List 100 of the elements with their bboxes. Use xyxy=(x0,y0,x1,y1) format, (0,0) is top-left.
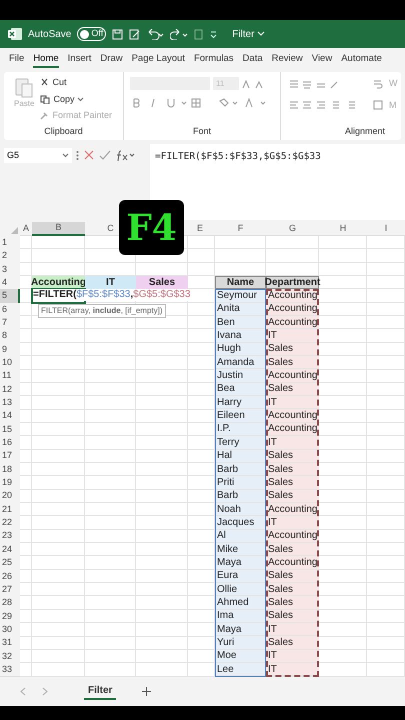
row-header[interactable]: 28 xyxy=(0,596,20,610)
row-header[interactable]: 19 xyxy=(0,476,20,490)
table-cell: Sales xyxy=(266,476,319,490)
row-header[interactable]: 7 xyxy=(0,316,20,330)
row-header[interactable]: 33 xyxy=(0,663,20,676)
menu-tab[interactable]: Draw xyxy=(100,52,123,68)
row-header[interactable]: 26 xyxy=(0,570,20,583)
row-header[interactable]: 32 xyxy=(0,650,20,663)
customize-caret-icon[interactable] xyxy=(209,30,218,38)
table-cell: IT xyxy=(266,436,319,450)
row-header[interactable]: 13 xyxy=(0,396,20,410)
insert-function-icon[interactable] xyxy=(115,148,135,163)
row-header[interactable]: 23 xyxy=(0,530,20,543)
table-cell: Sales xyxy=(266,596,319,610)
row-header[interactable]: 4 xyxy=(0,276,20,290)
merge-icon[interactable] xyxy=(373,100,383,110)
wrap-text-icon[interactable] xyxy=(373,78,383,89)
table-cell: Jacques xyxy=(215,516,266,530)
menu-tab[interactable]: File xyxy=(9,52,24,68)
save-icon[interactable] xyxy=(112,28,124,40)
table-cell: IT xyxy=(266,396,319,410)
next-sheet-icon[interactable] xyxy=(42,687,48,696)
add-sheet-icon[interactable] xyxy=(142,687,152,696)
row-header[interactable]: 30 xyxy=(0,622,20,636)
menu-tab[interactable]: Insert xyxy=(68,52,92,68)
menu-tab[interactable]: Automate xyxy=(341,52,382,68)
row-header[interactable]: 14 xyxy=(0,409,20,423)
file-name-button[interactable]: Filter xyxy=(232,26,266,42)
group-label: Font xyxy=(192,124,211,138)
copy-icon[interactable] xyxy=(40,94,50,104)
row-header[interactable]: 6 xyxy=(0,302,20,316)
name-box[interactable]: G5 xyxy=(4,148,72,163)
table-cell: Sales xyxy=(266,356,319,370)
table-cell: Amanda xyxy=(215,356,266,370)
new-document-icon[interactable] xyxy=(194,28,204,40)
document-edit-icon[interactable] xyxy=(129,28,140,40)
menu-tab[interactable]: View xyxy=(312,52,332,68)
row-header[interactable]: 22 xyxy=(0,516,20,530)
paste-icon[interactable] xyxy=(15,76,34,98)
row-header[interactable]: 25 xyxy=(0,556,20,570)
table-cell: Accounting xyxy=(266,369,319,383)
column-header[interactable]: H xyxy=(319,222,367,236)
table-cell: Lee xyxy=(215,663,266,676)
column-header[interactable]: I xyxy=(367,222,405,236)
row-header[interactable]: 9 xyxy=(0,342,20,356)
row-header[interactable]: 5 xyxy=(0,289,20,303)
row-header[interactable]: 31 xyxy=(0,636,20,650)
autosave-toggle[interactable]: Off xyxy=(77,27,106,41)
column-header[interactable]: G xyxy=(266,222,319,236)
row-header[interactable]: 27 xyxy=(0,582,20,596)
row-header[interactable]: 10 xyxy=(0,356,20,370)
row-header[interactable]: 3 xyxy=(0,262,20,276)
cut-label[interactable]: Cut xyxy=(52,76,66,90)
more-options-icon[interactable] xyxy=(76,148,79,163)
redo-icon[interactable] xyxy=(170,28,188,40)
undo-icon[interactable] xyxy=(146,28,164,40)
column-header[interactable]: B xyxy=(32,222,85,236)
table-cell: Sales xyxy=(266,636,319,650)
row-header[interactable]: 1 xyxy=(0,236,20,250)
row-header[interactable]: 17 xyxy=(0,450,20,463)
row-header[interactable]: 12 xyxy=(0,382,20,396)
row-header[interactable]: 15 xyxy=(0,422,20,436)
row-header[interactable]: 18 xyxy=(0,462,20,476)
menu-tab[interactable]: Formulas xyxy=(194,52,234,68)
excel-logo-icon xyxy=(8,28,22,40)
copy-label[interactable]: Copy xyxy=(53,92,74,106)
select-all-icon[interactable] xyxy=(11,227,18,234)
scissors-icon[interactable] xyxy=(40,78,50,88)
category-header: Sales xyxy=(136,276,188,290)
table-cell: Terry xyxy=(215,436,266,450)
caret-icon[interactable] xyxy=(77,96,84,102)
previous-sheet-icon[interactable] xyxy=(20,687,26,696)
column-header[interactable]: F xyxy=(215,222,266,236)
row-header[interactable]: 24 xyxy=(0,542,20,556)
table-cell: IT xyxy=(266,516,319,530)
group-label: Alignment xyxy=(344,124,386,138)
row-header[interactable]: 11 xyxy=(0,369,20,383)
brush-icon[interactable] xyxy=(40,111,50,120)
row-header[interactable]: 2 xyxy=(0,249,20,263)
category-header: IT xyxy=(85,276,136,290)
function-tooltip: FILTER(array, include, [if_empty]) xyxy=(38,304,166,318)
row-header[interactable]: 8 xyxy=(0,329,20,343)
table-header: Department xyxy=(266,276,319,290)
cell-formula-entry[interactable]: =FILTER($F$5:$F$33,$G$5:$G$33 xyxy=(33,289,190,302)
row-header[interactable]: 16 xyxy=(0,436,20,450)
sheet-tab[interactable]: Filter xyxy=(84,683,116,700)
menu-tab[interactable]: Review xyxy=(272,52,303,68)
table-cell: Accounting xyxy=(266,316,319,330)
table-cell: Justin xyxy=(215,369,266,383)
table-cell: IT xyxy=(266,663,319,676)
row-header[interactable]: 21 xyxy=(0,502,20,516)
group-label: Clipboard xyxy=(44,124,83,138)
row-header[interactable]: 20 xyxy=(0,490,20,503)
menu-tab[interactable]: Home xyxy=(33,52,59,68)
table-cell: Accounting xyxy=(266,556,319,570)
row-header[interactable]: 29 xyxy=(0,610,20,623)
menu-tab[interactable]: Page Layout xyxy=(132,52,185,68)
key-press-toast: F4 xyxy=(119,200,184,255)
table-cell: Ben xyxy=(215,316,266,330)
menu-tab[interactable]: Data xyxy=(242,52,263,68)
